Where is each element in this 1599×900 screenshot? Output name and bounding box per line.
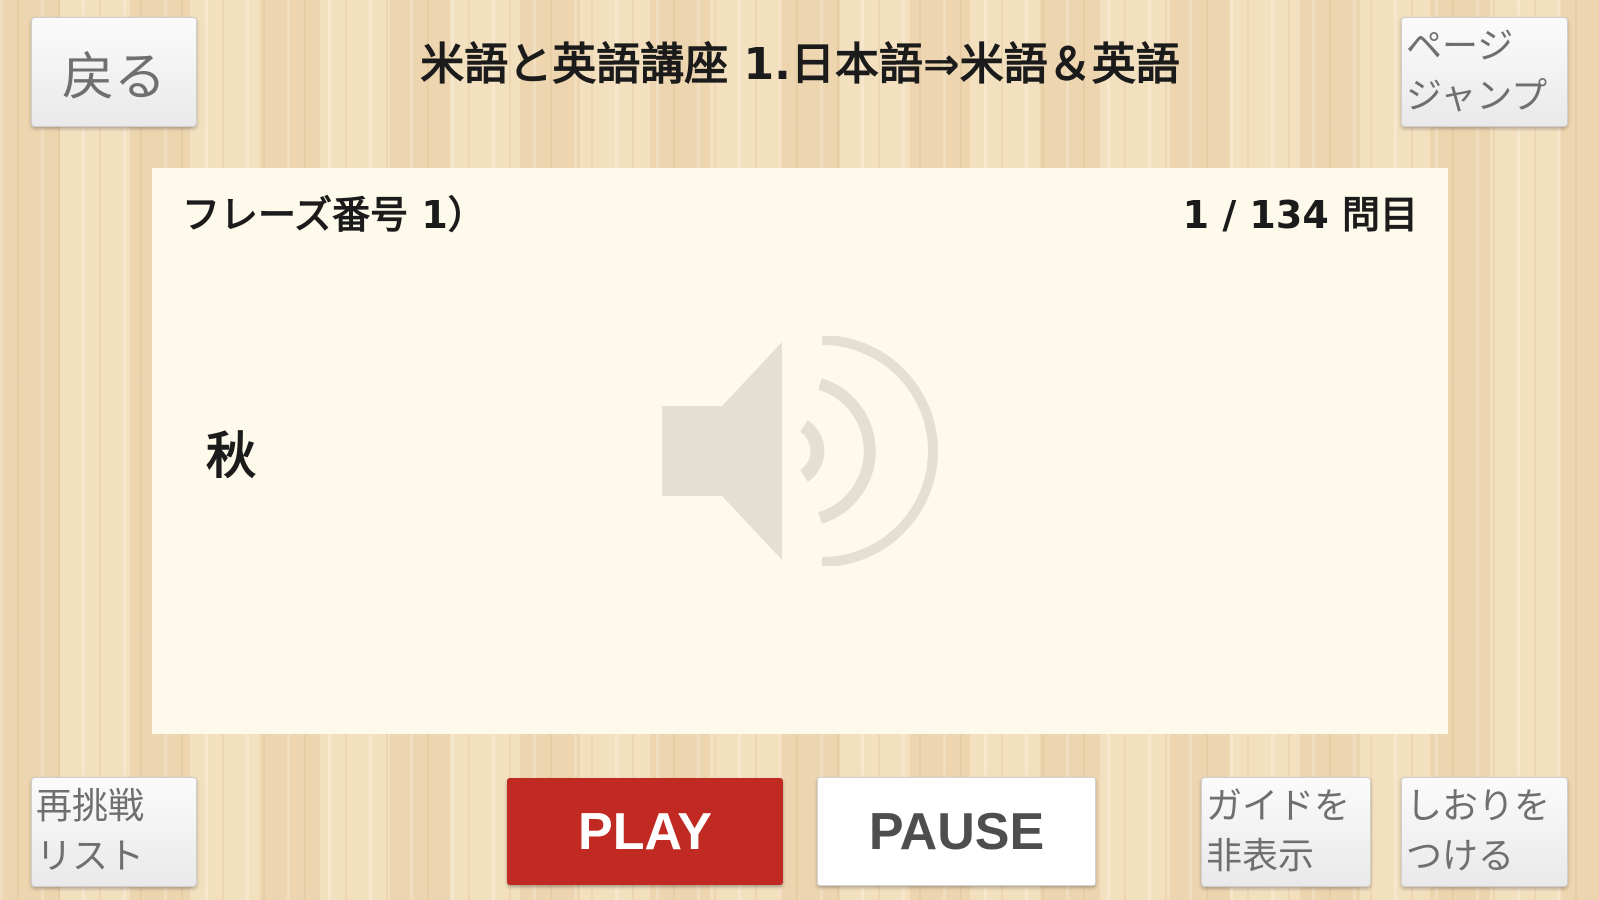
page-jump-label-line-2: ジャンプ bbox=[1406, 76, 1548, 117]
sound-wave-small bbox=[799, 420, 825, 482]
play-button[interactable]: PLAY bbox=[507, 778, 783, 885]
page-jump-button[interactable]: ページ ジャンプ bbox=[1401, 17, 1568, 127]
page-jump-label-line-1: ページ bbox=[1406, 26, 1514, 67]
sound-wave-large bbox=[821, 336, 938, 566]
retry-list-label-line-2: リスト bbox=[36, 836, 145, 877]
hide-guide-button[interactable]: ガイドを 非表示 bbox=[1201, 777, 1371, 887]
question-counter: 1 / 134 問目 bbox=[1182, 193, 1418, 237]
page-title: 米語と英語講座 1.日本語⇒米語＆英語 bbox=[420, 39, 1180, 90]
sound-wave-medium bbox=[818, 378, 876, 524]
phrase-text: 秋 bbox=[206, 427, 256, 485]
bookmark-button[interactable]: しおりを つける bbox=[1401, 777, 1568, 887]
pause-button[interactable]: PAUSE bbox=[817, 777, 1096, 886]
bookmark-label-line-2: つける bbox=[1406, 836, 1515, 877]
bookmark-label-line-1: しおりを bbox=[1406, 786, 1551, 827]
hide-guide-label-line-1: ガイドを bbox=[1206, 786, 1351, 827]
back-button[interactable]: 戻る bbox=[31, 17, 197, 127]
retry-list-button[interactable]: 再挑戦 リスト bbox=[31, 777, 197, 887]
speaker-volume-icon[interactable] bbox=[662, 336, 952, 566]
phrase-card: フレーズ番号 1） 1 / 134 問目 秋 bbox=[152, 168, 1448, 734]
speaker-cone bbox=[662, 342, 782, 560]
hide-guide-label-line-2: 非表示 bbox=[1206, 836, 1315, 877]
retry-list-label-line-1: 再挑戦 bbox=[36, 786, 145, 827]
phrase-number-label: フレーズ番号 1） bbox=[182, 193, 486, 237]
